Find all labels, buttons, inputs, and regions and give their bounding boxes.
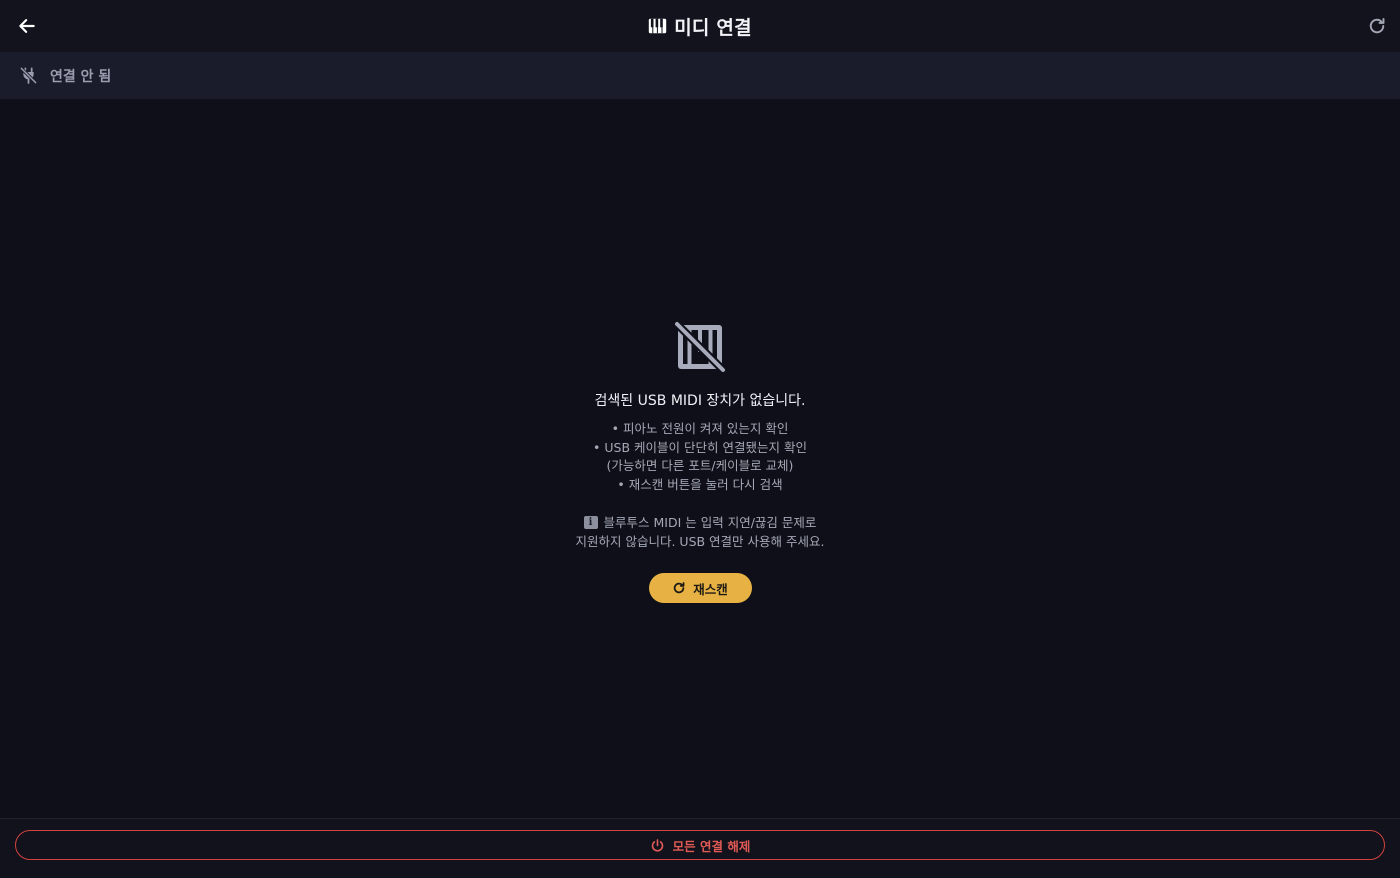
tip-item: • 재스캔 버튼을 눌러 다시 검색 xyxy=(617,476,783,492)
refresh-icon xyxy=(674,582,685,594)
piano-off-icon xyxy=(673,320,727,374)
bottom-action-bar: 모든 연결 해제 xyxy=(0,818,1400,878)
refresh-icon xyxy=(1369,17,1385,34)
rescan-button-label: 재스캔 xyxy=(693,581,728,597)
arrow-left-icon xyxy=(19,19,35,33)
top-app-bar: 미디 연결 xyxy=(0,0,1400,52)
notice-text: 블루투스 MIDI 는 입력 지연/끊김 문제로 xyxy=(603,515,817,530)
info-icon: i xyxy=(583,516,598,529)
connection-status-bar: 연결 안 됨 xyxy=(0,52,1400,99)
tip-item: (가능하면 다른 포트/케이블로 교체) xyxy=(606,458,794,473)
troubleshooting-tips: • 피아노 전원이 켜져 있는지 확인 • USB 케이블이 단단히 연결됐는지… xyxy=(593,420,807,494)
tip-item: • 피아노 전원이 켜져 있는지 확인 xyxy=(611,421,789,436)
connection-status-text: 연결 안 됨 xyxy=(50,68,112,85)
notice-text-second-line: 지원하지 않습니다. USB 연결만 사용해 주세요. xyxy=(575,534,825,549)
tip-item: • USB 케이블이 단단히 연결됐는지 확인 xyxy=(593,439,807,455)
midi-connection-screen: 미디 연결 연결 안 됨 검색된 USB MIDI 장치가 없습니다. • 피아… xyxy=(0,0,1400,878)
disconnect-all-label: 모든 연결 해제 xyxy=(672,838,751,854)
notice-first-line: i 블루투스 MIDI 는 입력 지연/끊김 문제로 xyxy=(583,513,817,532)
back-button[interactable] xyxy=(12,11,42,41)
page-title-text: 미디 연결 xyxy=(674,16,752,39)
no-device-empty-state: 검색된 USB MIDI 장치가 없습니다. • 피아노 전원이 켜져 있는지 … xyxy=(0,320,1400,603)
bluetooth-notice: i 블루투스 MIDI 는 입력 지연/끊김 문제로 지원하지 않습니다. US… xyxy=(576,513,825,551)
disconnect-all-button[interactable]: 모든 연결 해제 xyxy=(15,830,1385,860)
power-icon xyxy=(651,838,663,852)
piano-icon xyxy=(649,18,667,34)
rescan-button[interactable]: 재스캔 xyxy=(648,573,752,603)
refresh-button[interactable] xyxy=(1362,11,1392,41)
page-title: 미디 연결 xyxy=(648,13,752,40)
plug-off-icon xyxy=(19,66,38,85)
empty-state-title: 검색된 USB MIDI 장치가 없습니다. xyxy=(594,393,806,409)
